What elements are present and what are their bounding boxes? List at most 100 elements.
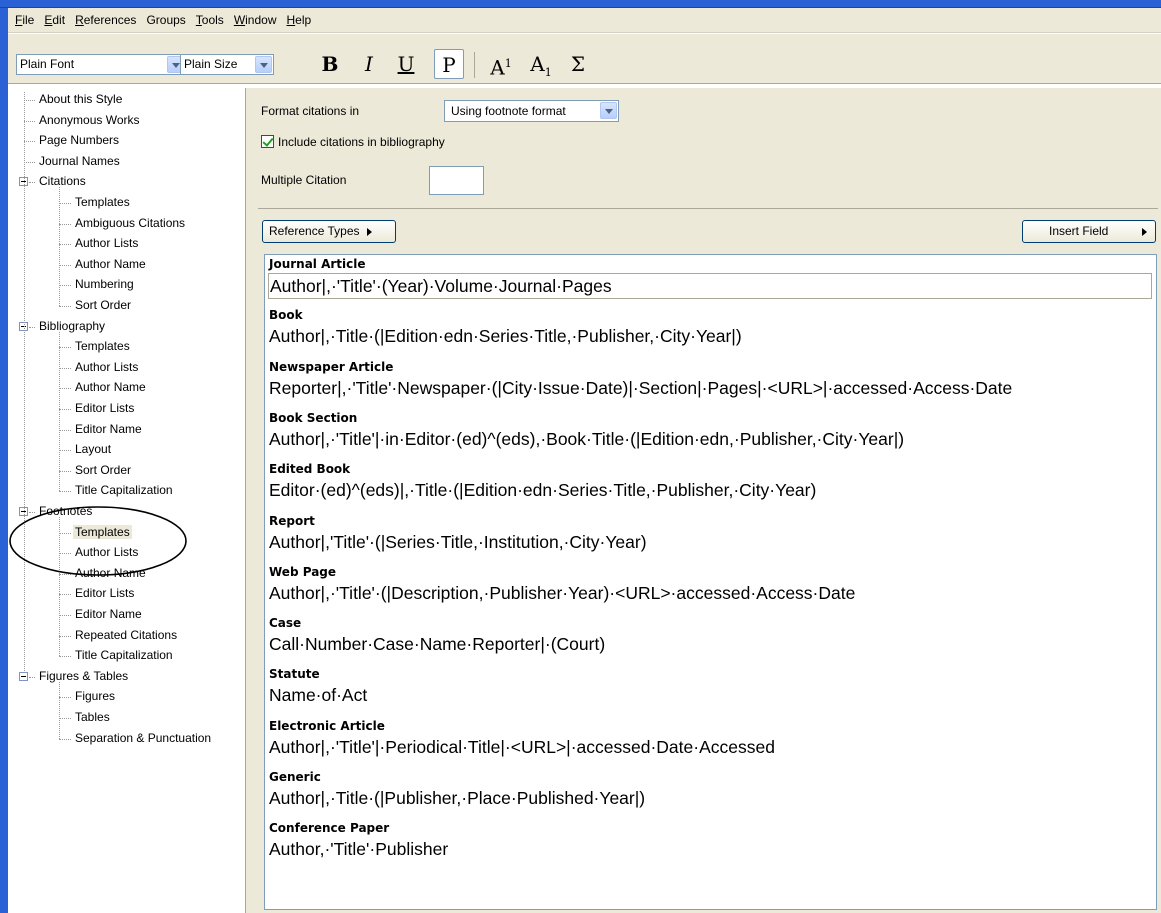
reference-type-heading: Case [269, 616, 302, 631]
superscript-mark: 1 [504, 57, 512, 70]
tree-item-ambiguous-citations[interactable]: Ambiguous Citations [73, 214, 187, 234]
tree-item-label: Repeated Citations [75, 627, 178, 642]
reference-type-heading: Book [269, 308, 303, 323]
tree-item-author-lists[interactable]: Author Lists [73, 358, 140, 378]
tree-item-templates[interactable]: Templates [73, 523, 132, 543]
reference-type-heading: Conference Paper [269, 821, 390, 836]
superscript-button[interactable]: A1 [486, 49, 516, 80]
insert-field-label: Insert Field [1049, 224, 1109, 238]
tree-item-tables[interactable]: Tables [73, 708, 112, 728]
tree-connector [59, 285, 71, 287]
plain-button[interactable]: P [434, 49, 464, 79]
tree-item-about-this-style[interactable]: About this Style [37, 90, 124, 110]
tree-connector [59, 429, 71, 431]
template-line[interactable]: Reporter|,·'Title'·Newspaper·(|City·Issu… [269, 376, 1012, 402]
template-line[interactable]: Editor·(ed)^(eds)|,·Title·(|Edition·edn·… [269, 478, 816, 504]
tree-item-templates[interactable]: Templates [73, 337, 132, 357]
tree-item-numbering[interactable]: Numbering [73, 275, 136, 295]
tree-item-author-name[interactable]: Author Name [73, 255, 148, 275]
template-editor[interactable]: Journal Article Author|,·'Title'·(Year)·V… [264, 254, 1157, 910]
menu-edit[interactable]: Edit [39, 10, 70, 30]
menu-references[interactable]: References [70, 10, 141, 30]
tree-item-label: Layout [75, 442, 112, 457]
font-select-value: Plain Font [20, 57, 75, 71]
tree-item-label: Tables [75, 710, 110, 724]
subscript-button[interactable]: A1 [526, 49, 556, 79]
tree-item-label: Title Capitalization [75, 648, 173, 663]
template-line[interactable]: Name·of·Act [269, 683, 367, 709]
tree-item-templates[interactable]: Templates [73, 193, 132, 213]
tree-item-citations[interactable]: Citations [37, 172, 88, 192]
menu-help[interactable]: Help [282, 10, 317, 30]
tree-item-footnotes[interactable]: Footnotes [37, 502, 94, 522]
font-select[interactable]: Plain Font [16, 54, 186, 75]
template-line[interactable]: Author|,·Title·(|Publisher,·Place·Publis… [269, 786, 645, 812]
template-line[interactable]: Author|,·'Title'·(|Description,·Publishe… [269, 581, 855, 607]
tree-connector [24, 161, 35, 163]
bold-button[interactable]: B [315, 49, 345, 79]
multiple-citation-input[interactable] [429, 166, 484, 195]
tree-item-author-name[interactable]: Author Name [73, 378, 148, 398]
template-line[interactable]: Author,·'Title'·Publisher [269, 837, 448, 863]
format-citations-select[interactable]: Using footnote format [444, 100, 619, 122]
tree-item-journal-names[interactable]: Journal Names [37, 152, 122, 172]
tree-item-author-name[interactable]: Author Name [73, 564, 148, 584]
tree-item-label: Page Numbers [39, 133, 120, 148]
tree-item-layout[interactable]: Layout [73, 440, 113, 460]
tree-item-editor-lists[interactable]: Editor Lists [73, 399, 136, 419]
tree-item-title-capitalization[interactable]: Title Capitalization [73, 481, 175, 501]
tree-connector [59, 409, 71, 410]
multiple-citation-label: Multiple Citation [261, 173, 347, 187]
tree-connector [59, 244, 71, 246]
tree-item-repeated-citations[interactable]: Repeated Citations [73, 626, 179, 646]
template-line[interactable]: Call·Number·Case·Name·Reporter|·(Court) [269, 632, 605, 658]
tree-connector [59, 697, 71, 699]
tree-item-sort-order[interactable]: Sort Order [73, 296, 133, 316]
collapse-icon[interactable] [19, 671, 28, 681]
tree-item-editor-name[interactable]: Editor Name [73, 420, 144, 440]
tree-connector [59, 306, 71, 307]
template-line[interactable]: Author|,·'Title'·(Year)·Volume·Journal·P… [268, 273, 1152, 299]
tree-item-label: About this Style [39, 92, 123, 106]
triangle-right-icon [1142, 228, 1147, 236]
template-line[interactable]: Author|,·'Title'|·in·Editor·(ed)^(eds),·… [269, 427, 904, 453]
menu-file[interactable]: File [10, 10, 39, 30]
include-citations-checkbox[interactable] [261, 135, 274, 148]
symbol-button[interactable]: Σ [563, 49, 593, 79]
template-line[interactable]: Author|,'Title'·(|Series·Title,·Institut… [269, 530, 647, 556]
chevron-down-icon[interactable] [600, 102, 617, 119]
menu-window[interactable]: Window [229, 10, 282, 30]
tree-item-label: Editor Lists [75, 401, 135, 415]
menu-tools[interactable]: Tools [191, 10, 229, 30]
template-line[interactable]: Author|,·'Title'|·Periodical·Title|·<URL… [269, 735, 775, 761]
tree-item-figures[interactable]: Figures [73, 687, 117, 707]
tree-item-title-capitalization[interactable]: Title Capitalization [73, 646, 175, 666]
template-line[interactable]: Author|,·Title·(|Edition·edn·Series·Titl… [269, 324, 742, 350]
chevron-down-icon[interactable] [255, 56, 272, 73]
tree-item-figures-tables[interactable]: Figures & Tables [37, 667, 130, 687]
reference-type-heading: Journal Article [269, 257, 366, 271]
tree-item-editor-lists[interactable]: Editor Lists [73, 584, 136, 604]
size-select[interactable]: Plain Size [180, 54, 274, 75]
tree-item-page-numbers[interactable]: Page Numbers [37, 131, 121, 151]
format-toolbar: Plain Font Plain Size B I U P A1 A1 Σ [8, 34, 1161, 84]
tree-item-anonymous-works[interactable]: Anonymous Works [37, 111, 141, 131]
tree-item-author-lists[interactable]: Author Lists [73, 234, 140, 254]
tree-connector [59, 331, 60, 492]
tree-item-author-lists[interactable]: Author Lists [73, 543, 140, 563]
pane-splitter[interactable] [246, 88, 256, 913]
tree-item-sort-order[interactable]: Sort Order [73, 461, 133, 481]
italic-button[interactable]: I [354, 49, 384, 79]
insert-field-button[interactable]: Insert Field [1022, 220, 1156, 243]
reference-types-button[interactable]: Reference Types [262, 220, 396, 243]
tree-item-bibliography[interactable]: Bibliography [37, 317, 107, 337]
reference-type-heading: Electronic Article [269, 718, 385, 733]
underline-button[interactable]: U [391, 49, 421, 79]
menu-groups[interactable]: Groups [141, 10, 190, 30]
tree-connector [59, 347, 71, 349]
tree-item-separation-punctuation[interactable]: Separation & Punctuation [73, 729, 213, 749]
tree-item-label: Author Lists [75, 359, 139, 374]
tree-item-label: Sort Order [75, 298, 132, 312]
tree-connector [29, 182, 35, 184]
tree-item-editor-name[interactable]: Editor Name [73, 605, 144, 625]
